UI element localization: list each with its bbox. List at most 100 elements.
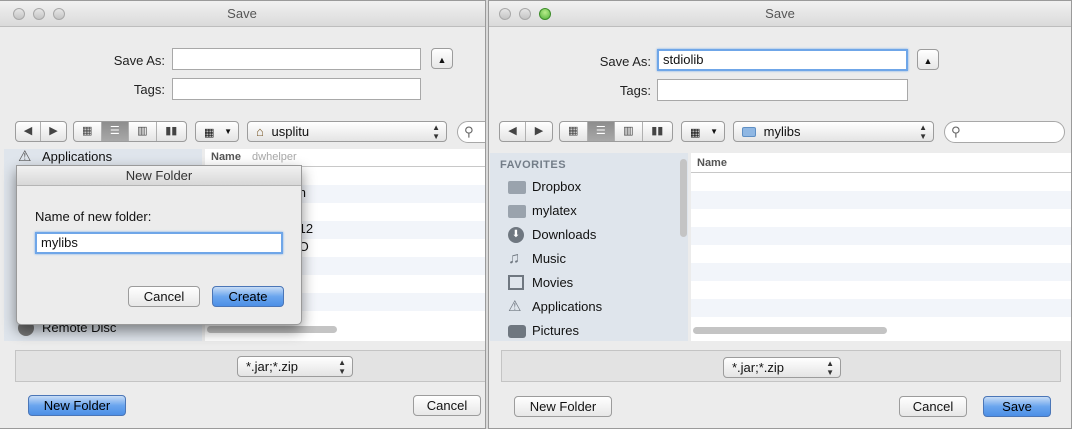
location-popup[interactable]: mylibs ▲ ▼ [733, 121, 934, 142]
new-folder-sheet: New Folder Name of new folder: mylibs Ca… [16, 165, 302, 325]
chevron-up-icon: ▲ [437, 55, 447, 65]
updown-arrows-icon: ▲ ▼ [432, 123, 440, 141]
left-window-title: Save [227, 6, 257, 21]
sidebar-item-dropbox[interactable]: Dropbox [508, 176, 678, 198]
save-as-label: Save As: [599, 54, 651, 69]
list-view-icon[interactable]: ☰ [101, 122, 130, 141]
updown-arrows-icon: ▲ ▼ [826, 359, 834, 377]
minimize-button[interactable] [519, 8, 531, 20]
sheet-title-bar: New Folder [17, 166, 301, 186]
home-icon: ⌂ [256, 124, 264, 139]
back-forward-control[interactable]: ◀ ▶ [499, 121, 553, 142]
header-ghost-text: dwhelper [252, 151, 297, 163]
sidebar-item-music[interactable]: ♫ Music [508, 248, 678, 270]
sidebar-scrollbar[interactable] [680, 159, 687, 237]
folder-icon [742, 127, 756, 137]
row-stripe [691, 299, 1071, 317]
sheet-title: New Folder [125, 168, 193, 183]
applications-icon: ⚠ [508, 298, 522, 315]
horizontal-scrollbar[interactable] [207, 326, 337, 333]
row-stripe [691, 263, 1071, 281]
sidebar-item-downloads[interactable]: ⬇ Downloads [508, 224, 678, 246]
save-as-field[interactable] [172, 48, 421, 70]
forward-arrow-icon[interactable]: ▶ [526, 122, 552, 141]
column-view-icon[interactable]: ▥ [615, 122, 643, 141]
search-icon: ⚲ [951, 124, 961, 139]
folder-icon [508, 205, 526, 218]
tags-label: Tags: [619, 83, 651, 98]
search-icon: ⚲ [464, 124, 474, 139]
cancel-button[interactable]: Cancel [413, 395, 481, 416]
format-popup[interactable]: *.jar;*.zip ▲ ▼ [237, 356, 353, 377]
collapse-button[interactable]: ▲ [431, 48, 453, 69]
new-folder-name-field[interactable]: mylibs [35, 232, 283, 254]
arrange-grid-icon: ▦ [690, 127, 701, 139]
collapse-button[interactable]: ▲ [917, 49, 939, 70]
column-header-name[interactable]: Name [691, 155, 1071, 173]
format-popup[interactable]: *.jar;*.zip ▲ ▼ [723, 357, 841, 378]
save-as-field[interactable]: stdiolib [657, 49, 908, 71]
format-label: *.jar;*.zip [732, 360, 785, 375]
favorites-header: FAVORITES [500, 159, 567, 171]
forward-arrow-icon[interactable]: ▶ [41, 122, 66, 141]
pictures-icon [508, 325, 526, 338]
location-label: usplitu [271, 124, 310, 139]
view-mode-control[interactable]: ▦ ☰ ▥ ▮▮ [73, 121, 187, 142]
location-popup[interactable]: ⌂ usplitu ▲ ▼ [247, 121, 447, 142]
new-folder-prompt: Name of new folder: [35, 209, 152, 224]
folder-icon [508, 181, 526, 194]
cancel-button[interactable]: Cancel [899, 396, 967, 417]
tags-field[interactable] [657, 79, 908, 101]
horizontal-scrollbar[interactable] [693, 327, 887, 334]
sidebar-item-pictures[interactable]: Pictures [508, 320, 678, 342]
right-sidebar: FAVORITES Dropbox mylatex ⬇ Downloads ♫ … [490, 153, 688, 341]
view-mode-control[interactable]: ▦ ☰ ▥ ▮▮ [559, 121, 673, 142]
icon-view-icon[interactable]: ▦ [560, 122, 588, 141]
search-field[interactable]: ⚲ [944, 121, 1065, 143]
row-stripe [691, 227, 1071, 245]
create-button[interactable]: Create [212, 286, 284, 307]
sidebar-item-mylatex[interactable]: mylatex [508, 200, 678, 222]
music-icon: ♫ [508, 250, 520, 267]
right-title-bar: Save [489, 1, 1071, 27]
save-as-label: Save As: [113, 53, 165, 68]
right-file-list[interactable]: Name [691, 153, 1071, 341]
updown-arrows-icon: ▲ ▼ [919, 123, 927, 141]
location-label: mylibs [763, 124, 801, 139]
right-save-dialog: Save Save As: stdiolib ▲ Tags: ◀ ▶ ▦ ☰ ▥… [488, 0, 1072, 429]
coverflow-view-icon[interactable]: ▮▮ [643, 122, 672, 141]
format-label: *.jar;*.zip [246, 359, 299, 374]
arrange-grid-icon: ▦ [204, 127, 215, 139]
updown-arrows-icon: ▲ ▼ [338, 358, 346, 376]
coverflow-view-icon[interactable]: ▮▮ [157, 122, 186, 141]
arrange-popup[interactable]: ▦ ▼ [195, 121, 239, 142]
search-field[interactable]: ⚲ [457, 121, 485, 143]
chevron-down-icon: ▼ [710, 127, 718, 136]
icon-view-icon[interactable]: ▦ [74, 122, 102, 141]
close-button[interactable] [499, 8, 511, 20]
sidebar-item-movies[interactable]: Movies [508, 272, 678, 294]
column-view-icon[interactable]: ▥ [129, 122, 157, 141]
close-button[interactable] [13, 8, 25, 20]
zoom-button[interactable] [539, 8, 551, 20]
new-folder-button[interactable]: New Folder [514, 396, 612, 417]
arrange-popup[interactable]: ▦ ▼ [681, 121, 725, 142]
chevron-down-icon: ▼ [224, 127, 232, 136]
tags-label: Tags: [133, 82, 165, 97]
back-forward-control[interactable]: ◀ ▶ [15, 121, 67, 142]
save-button[interactable]: Save [983, 396, 1051, 417]
left-title-bar: Save [0, 1, 485, 27]
back-arrow-icon[interactable]: ◀ [16, 122, 42, 141]
sidebar-item-applications[interactable]: ⚠ Applications [508, 296, 678, 318]
sheet-cancel-button[interactable]: Cancel [128, 286, 200, 307]
back-arrow-icon[interactable]: ◀ [500, 122, 527, 141]
row-stripe [691, 191, 1071, 209]
new-folder-button[interactable]: New Folder [28, 395, 126, 416]
zoom-button[interactable] [53, 8, 65, 20]
minimize-button[interactable] [33, 8, 45, 20]
right-window-title: Save [765, 6, 795, 21]
movies-icon [508, 275, 524, 290]
chevron-up-icon: ▲ [923, 56, 933, 66]
tags-field[interactable] [172, 78, 421, 100]
list-view-icon[interactable]: ☰ [587, 122, 616, 141]
